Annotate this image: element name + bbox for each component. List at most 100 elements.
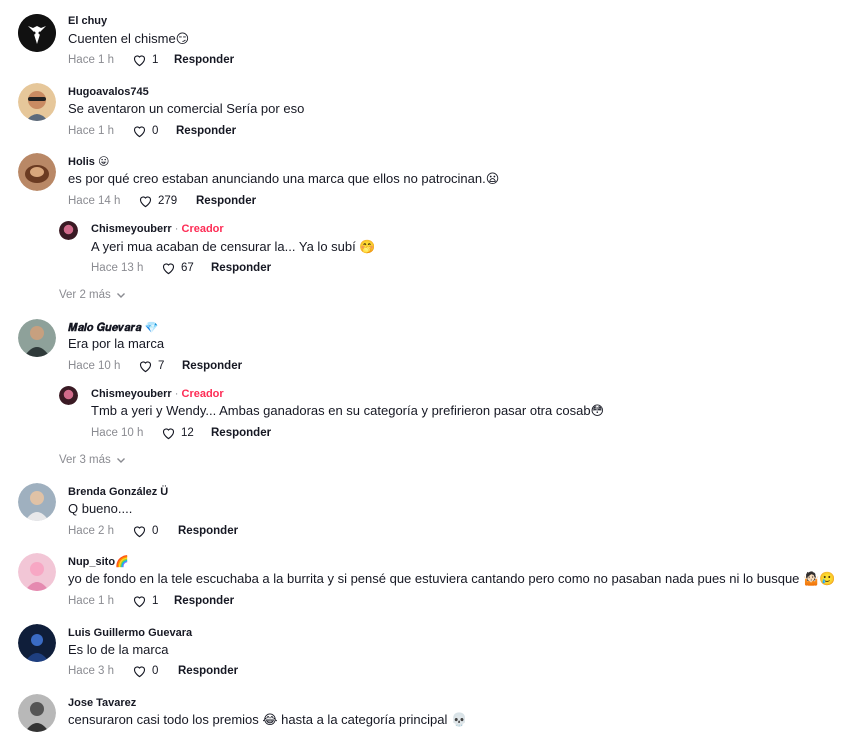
reply-meta: Hace 13 h 67 Responder <box>91 261 271 275</box>
separator-dot: · <box>174 223 179 235</box>
reply-button[interactable]: Responder <box>178 665 238 677</box>
reply-time: Hace 13 h <box>91 262 144 274</box>
avatar-photo-icon <box>18 624 56 662</box>
comment-username[interactable]: Hugoavalos745 <box>68 86 149 98</box>
reply-button[interactable]: Responder <box>174 54 234 66</box>
heart-icon <box>162 428 175 440</box>
comment-text: Era por la marca <box>68 336 165 351</box>
comment-text: censuraron casi todo los premios 😂 hasta… <box>68 712 468 727</box>
reply-button[interactable]: Responder <box>174 595 234 607</box>
avatar[interactable] <box>18 553 56 591</box>
heart-icon <box>133 666 146 678</box>
reply-button[interactable]: Responder <box>176 125 236 137</box>
avatar[interactable] <box>18 319 56 357</box>
like-button[interactable]: 0 <box>132 664 178 678</box>
comment-meta: Hace 2 h 0 Responder <box>68 524 238 538</box>
avatar[interactable] <box>18 694 56 732</box>
reply-username[interactable]: Chismeyouberr <box>91 388 172 400</box>
reply-avatar[interactable] <box>59 221 78 240</box>
like-count: 1 <box>152 54 159 66</box>
avatar-photo-icon <box>59 221 78 240</box>
comment-meta: Hace 1 h 1 Responder <box>68 594 234 608</box>
comment-username[interactable]: Jose Tavarez <box>68 697 136 709</box>
like-button[interactable]: 12 <box>161 426 211 440</box>
chevron-down-icon <box>116 293 125 298</box>
like-button[interactable]: 7 <box>138 359 182 373</box>
reply-username[interactable]: Chismeyouberr <box>91 223 172 235</box>
comment-username[interactable]: Nup_sito🌈 <box>68 555 129 568</box>
reply-username-row: Chismeyouberr · Creador <box>91 388 224 400</box>
reply-username-row: Chismeyouberr · Creador <box>91 223 224 235</box>
like-count: 12 <box>181 427 194 439</box>
comment-text: Se aventaron un comercial Sería por eso <box>68 101 305 116</box>
reply-button[interactable]: Responder <box>211 262 271 274</box>
reply-text: Tmb a yeri y Wendy... Ambas ganadoras en… <box>91 403 605 418</box>
comment-username[interactable]: Luis Guillermo Guevara <box>68 627 192 639</box>
comment-time: Hace 1 h <box>68 125 115 137</box>
reply-meta: Hace 10 h 12 Responder <box>91 426 271 440</box>
comment-text: yo de fondo en la tele escuchaba a la bu… <box>68 571 836 586</box>
comment-text: Q bueno.... <box>68 501 133 516</box>
avatar[interactable] <box>18 14 56 52</box>
reply-button[interactable]: Responder <box>178 525 238 537</box>
comment-username[interactable]: Brenda González Ü <box>68 486 168 498</box>
separator-dot: · <box>174 388 179 400</box>
comment-username[interactable]: Holis 😛 <box>68 155 109 168</box>
comment-username[interactable]: 𝑴𝒂𝒍𝒐 𝑮𝒖𝒆𝒗𝒂𝒓𝒂 💎 <box>68 321 158 335</box>
comment-time: Hace 1 h <box>68 54 115 66</box>
like-count: 67 <box>181 262 194 274</box>
like-button[interactable]: 0 <box>132 524 178 538</box>
view-more-replies-button[interactable]: Ver 2 más <box>59 289 126 301</box>
creator-badge: Creador <box>181 388 224 400</box>
avatar-photo-icon <box>18 694 56 732</box>
chevron-down-icon <box>116 458 125 463</box>
avatar[interactable] <box>18 83 56 121</box>
view-more-label: Ver 2 más <box>59 289 111 301</box>
avatar-photo-icon <box>18 153 56 191</box>
comment-time: Hace 14 h <box>68 195 121 207</box>
like-button[interactable]: 67 <box>161 261 211 275</box>
reply-button[interactable]: Responder <box>182 360 242 372</box>
comment-time: Hace 3 h <box>68 665 115 677</box>
like-count: 279 <box>158 195 178 207</box>
like-button[interactable]: 1 <box>132 594 174 608</box>
heart-icon <box>139 361 152 373</box>
heart-icon <box>133 526 146 538</box>
heart-icon <box>133 55 146 67</box>
like-count: 7 <box>158 360 165 372</box>
comment-text: es por qué creo estaban anunciando una m… <box>68 171 500 186</box>
avatar-photo-icon <box>18 319 56 357</box>
like-count: 1 <box>152 595 159 607</box>
like-count: 0 <box>152 525 159 537</box>
like-count: 0 <box>152 665 159 677</box>
avatar-goat-logo-icon <box>18 14 56 52</box>
comment-time: Hace 1 h <box>68 595 115 607</box>
comment-username[interactable]: El chuy <box>68 15 107 27</box>
heart-icon <box>139 196 152 208</box>
comment-time: Hace 2 h <box>68 525 115 537</box>
like-button[interactable]: 279 <box>138 194 196 208</box>
like-button[interactable]: 1 <box>132 53 174 67</box>
avatar[interactable] <box>18 483 56 521</box>
view-more-replies-button[interactable]: Ver 3 más <box>59 454 126 466</box>
comment-meta: Hace 14 h 279 Responder <box>68 194 256 208</box>
view-more-label: Ver 3 más <box>59 454 111 466</box>
reply-button[interactable]: Responder <box>211 427 271 439</box>
avatar-photo-icon <box>18 83 56 121</box>
comment-text: Es lo de la marca <box>68 642 169 657</box>
like-count: 0 <box>152 125 159 137</box>
comment-meta: Hace 3 h 0 Responder <box>68 664 238 678</box>
avatar[interactable] <box>18 153 56 191</box>
avatar-photo-icon <box>18 483 56 521</box>
reply-avatar[interactable] <box>59 386 78 405</box>
comment-time: Hace 10 h <box>68 360 121 372</box>
heart-icon <box>133 126 146 138</box>
creator-badge: Creador <box>181 223 224 235</box>
avatar[interactable] <box>18 624 56 662</box>
comment-meta: Hace 1 h 0 Responder <box>68 124 236 138</box>
reply-time: Hace 10 h <box>91 427 144 439</box>
like-button[interactable]: 0 <box>132 124 176 138</box>
reply-button[interactable]: Responder <box>196 195 256 207</box>
comment-meta: Hace 10 h 7 Responder <box>68 359 242 373</box>
heart-icon <box>162 263 175 275</box>
